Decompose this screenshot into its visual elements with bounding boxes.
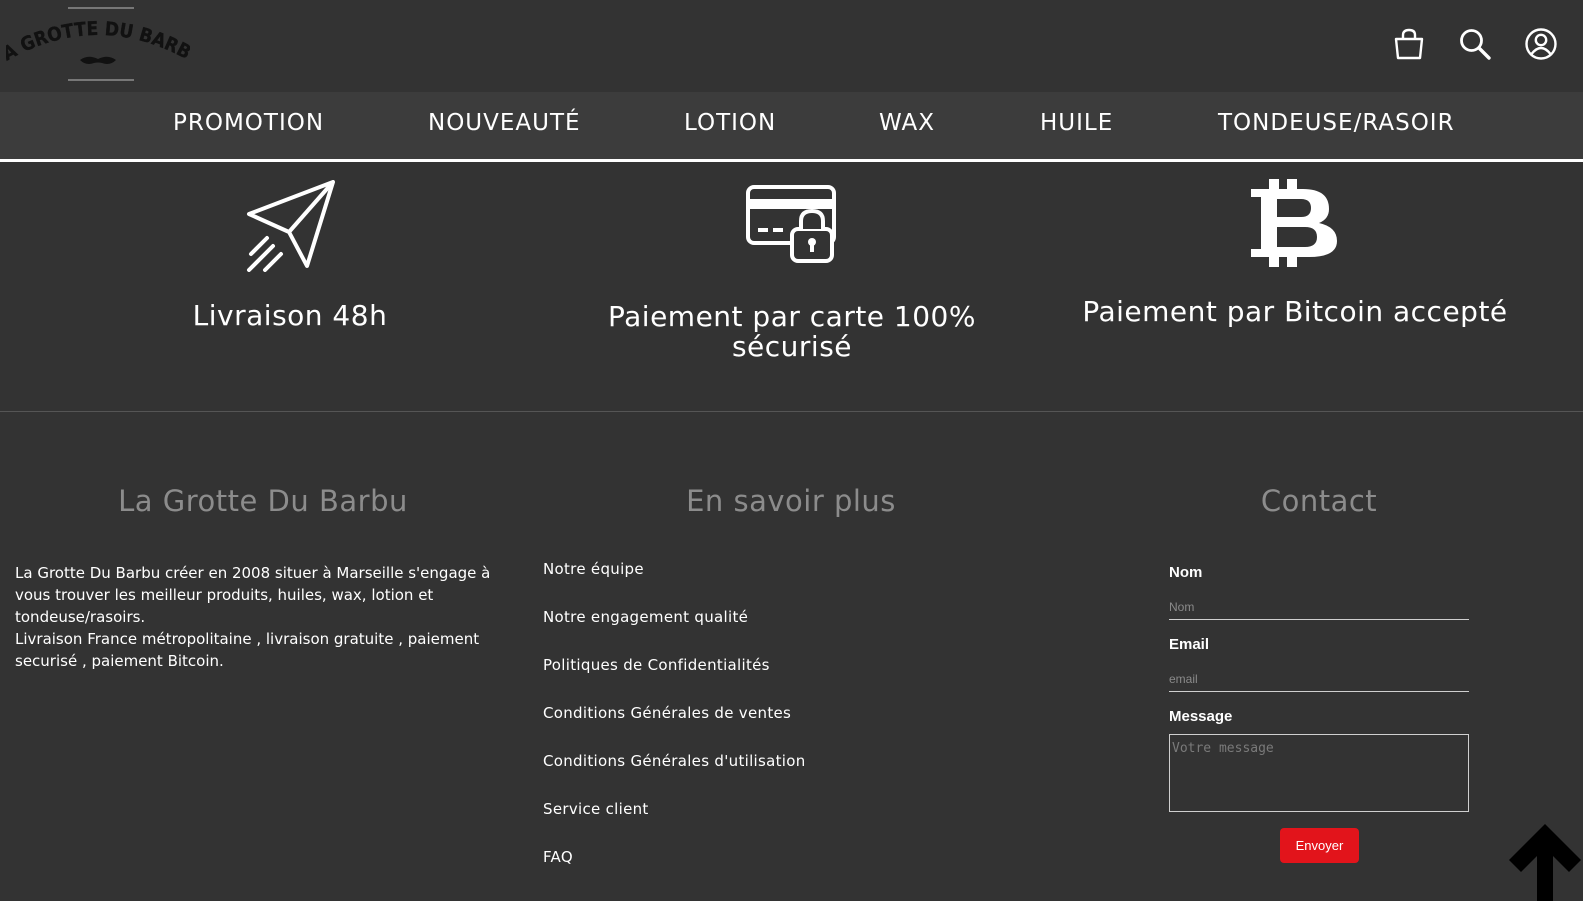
nav-item-wax[interactable]: WAX (879, 110, 935, 136)
name-field[interactable] (1169, 594, 1469, 620)
nav-item-nouveaute[interactable]: NOUVEAUTÉ (428, 110, 581, 136)
link-politiques-confidentialite[interactable]: Politiques de Confidentialités (543, 656, 770, 674)
main-navigation: PROMOTION NOUVEAUTÉ LOTION WAX HUILE TON… (0, 92, 1583, 162)
link-cgu[interactable]: Conditions Générales d'utilisation (543, 752, 806, 770)
about-title: La Grotte Du Barbu (118, 484, 408, 518)
link-service-client[interactable]: Service client (543, 800, 649, 818)
logo-graphic: LA GROTTE DU BARBU (6, 6, 190, 81)
nav-item-huile[interactable]: HUILE (1040, 110, 1113, 136)
about-text: La Grotte Du Barbu créer en 2008 situer … (15, 562, 495, 672)
secure-card-icon (746, 185, 838, 265)
link-engagement-qualite[interactable]: Notre engagement qualité (543, 608, 748, 626)
link-faq[interactable]: FAQ (543, 848, 573, 866)
about-paragraph: La Grotte Du Barbu créer en 2008 situer … (15, 564, 491, 626)
message-label: Message (1169, 708, 1233, 725)
svg-text:LA GROTTE DU BARBU: LA GROTTE DU BARBU (6, 6, 190, 65)
email-label: Email (1169, 636, 1210, 653)
nav-item-lotion[interactable]: LOTION (684, 110, 776, 136)
feature-delivery-text: Livraison 48h (192, 299, 388, 332)
send-button[interactable]: Envoyer (1280, 828, 1359, 863)
message-field[interactable] (1169, 734, 1469, 812)
bitcoin-icon (1247, 179, 1339, 267)
nav-item-promotion[interactable]: PROMOTION (173, 110, 324, 136)
nav-item-tondeuse-rasoir[interactable]: TONDEUSE/RASOIR (1218, 110, 1455, 136)
search-icon[interactable] (1457, 24, 1493, 64)
about-paragraph: Livraison France métropolitaine , livrai… (15, 630, 480, 670)
logo-text: LA GROTTE DU BARBU (6, 6, 190, 65)
link-notre-equipe[interactable]: Notre équipe (543, 560, 644, 578)
header-actions (1391, 24, 1559, 64)
shopping-bag-icon[interactable] (1391, 24, 1427, 64)
paper-plane-icon (245, 180, 337, 272)
features-section: Livraison 48h Paiement par carte 100% sé… (0, 165, 1583, 412)
email-field[interactable] (1169, 666, 1469, 692)
user-account-icon[interactable] (1523, 24, 1559, 64)
scroll-to-top-arrow-icon[interactable] (1505, 820, 1583, 901)
feature-payment-text: Paiement par carte 100% sécurisé (608, 300, 976, 363)
site-header: LA GROTTE DU BARBU (0, 0, 1583, 92)
contact-title: Contact (1260, 484, 1378, 518)
feature-bitcoin-text: Paiement par Bitcoin accepté (1082, 295, 1508, 328)
more-title: En savoir plus (686, 484, 896, 518)
name-label: Nom (1169, 564, 1203, 581)
link-cgv[interactable]: Conditions Générales de ventes (543, 704, 791, 722)
site-logo[interactable]: LA GROTTE DU BARBU (6, 6, 190, 82)
